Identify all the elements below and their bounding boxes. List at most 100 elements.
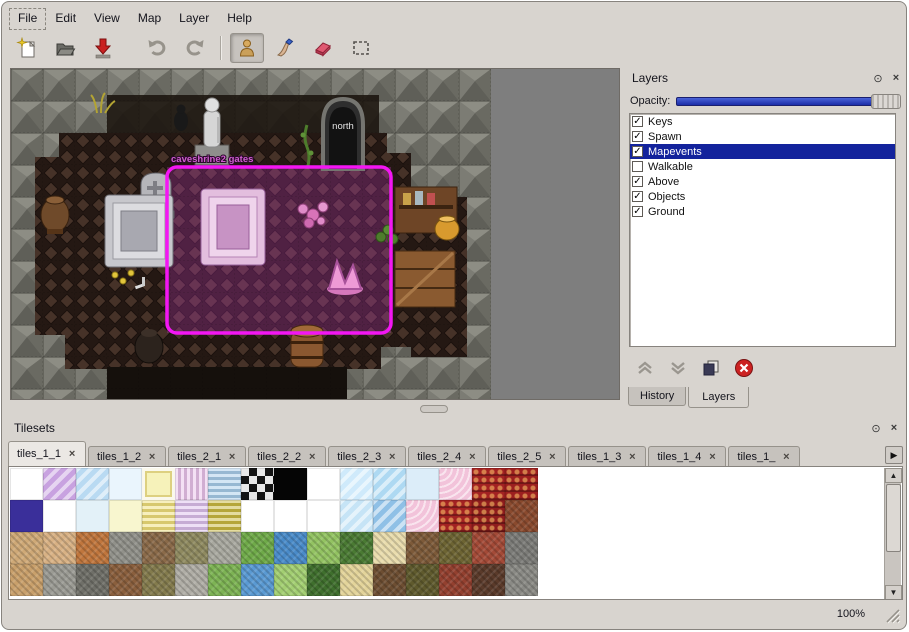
tileset-tile[interactable] — [241, 500, 274, 532]
scrollbar-thumb[interactable] — [886, 484, 901, 552]
tab-close-icon[interactable] — [707, 452, 717, 462]
tileset-vertical-scrollbar[interactable] — [884, 468, 901, 600]
layer-visibility-checkbox[interactable] — [632, 146, 643, 157]
tileset-tile[interactable] — [373, 564, 406, 596]
panel-tab-history[interactable]: History — [628, 387, 686, 406]
tileset-tile[interactable] — [274, 500, 307, 532]
tileset-tile[interactable] — [505, 564, 538, 596]
tileset-tile[interactable] — [43, 564, 76, 596]
layer-visibility-checkbox[interactable] — [632, 206, 643, 217]
tileset-tile[interactable] — [241, 532, 274, 564]
tileset-tile[interactable] — [472, 564, 505, 596]
save-button[interactable] — [86, 33, 120, 63]
tileset-tab-tiles_2_2[interactable]: tiles_2_2 — [248, 446, 326, 466]
tileset-tile[interactable] — [76, 564, 109, 596]
tileset-tile[interactable] — [175, 564, 208, 596]
scroll-down-button[interactable] — [885, 585, 902, 600]
tileset-tab-tiles_2_3[interactable]: tiles_2_3 — [328, 446, 406, 466]
tileset-tile[interactable] — [340, 564, 373, 596]
tileset-tab-tiles_2_5[interactable]: tiles_2_5 — [488, 446, 566, 466]
tileset-tile[interactable] — [10, 564, 43, 596]
tileset-tile[interactable] — [175, 532, 208, 564]
tileset-tile[interactable] — [373, 532, 406, 564]
panel-tab-layers[interactable]: Layers — [688, 387, 749, 408]
layer-duplicate-button[interactable] — [700, 358, 722, 378]
tileset-tab-tiles_1_4[interactable]: tiles_1_4 — [648, 446, 726, 466]
eraser-tool-button[interactable] — [306, 33, 340, 63]
tileset-tab-tiles_1_[interactable]: tiles_1_ — [728, 446, 800, 466]
tileset-tile[interactable] — [406, 500, 439, 532]
tileset-tile[interactable] — [109, 532, 142, 564]
tileset-tile[interactable] — [142, 532, 175, 564]
tileset-tab-tiles_2_1[interactable]: tiles_2_1 — [168, 446, 246, 466]
detach-panel-icon[interactable] — [871, 71, 885, 85]
layer-row-spawn[interactable]: Spawn — [630, 129, 895, 144]
opacity-slider-track[interactable] — [676, 97, 901, 106]
stamp-tool-button[interactable] — [230, 33, 264, 63]
tileset-tab-tiles_1_3[interactable]: tiles_1_3 — [568, 446, 646, 466]
tileset-tile[interactable] — [439, 532, 472, 564]
tab-close-icon[interactable] — [387, 452, 397, 462]
select-tool-button[interactable] — [344, 33, 378, 63]
map-view[interactable]: north caveshrine2 gates — [11, 69, 619, 399]
tab-close-icon[interactable] — [227, 452, 237, 462]
tileset-tile[interactable] — [10, 532, 43, 564]
tileset-tile[interactable] — [43, 500, 76, 532]
tileset-tile[interactable] — [76, 532, 109, 564]
menu-edit[interactable]: Edit — [47, 9, 84, 29]
tileset-tile[interactable] — [142, 564, 175, 596]
scroll-up-button[interactable] — [885, 468, 902, 483]
tileset-tile[interactable] — [307, 564, 340, 596]
tileset-tile[interactable] — [274, 468, 307, 500]
opacity-slider[interactable] — [676, 94, 901, 109]
tileset-tile[interactable] — [505, 468, 538, 500]
tileset-tile[interactable] — [406, 468, 439, 500]
splitter-grip[interactable] — [420, 405, 448, 413]
layer-row-mapevents[interactable]: Mapevents — [630, 144, 895, 159]
menu-layer[interactable]: Layer — [171, 9, 217, 29]
opacity-slider-handle[interactable] — [871, 94, 901, 109]
tileset-tile[interactable] — [373, 500, 406, 532]
undo-button[interactable] — [140, 33, 174, 63]
tileset-tile[interactable] — [340, 500, 373, 532]
resize-grip[interactable] — [883, 606, 901, 624]
layer-visibility-checkbox[interactable] — [632, 176, 643, 187]
menu-file[interactable]: File — [10, 9, 45, 29]
menu-map[interactable]: Map — [130, 9, 169, 29]
tileset-tile[interactable] — [307, 468, 340, 500]
tab-close-icon[interactable] — [547, 452, 557, 462]
redo-button[interactable] — [178, 33, 212, 63]
tileset-tile[interactable] — [43, 532, 76, 564]
tileset-tile[interactable] — [142, 468, 175, 500]
tileset-tile[interactable] — [307, 532, 340, 564]
tileset-tile[interactable] — [241, 468, 274, 500]
tileset-tile[interactable] — [439, 564, 472, 596]
tileset-content[interactable] — [8, 466, 903, 600]
tileset-tile[interactable] — [76, 500, 109, 532]
tileset-tile[interactable] — [10, 500, 43, 532]
tileset-tile[interactable] — [175, 500, 208, 532]
close-panel-icon[interactable] — [887, 421, 901, 435]
tileset-tile[interactable] — [505, 500, 538, 532]
tileset-tile[interactable] — [340, 532, 373, 564]
tileset-tile[interactable] — [373, 468, 406, 500]
layer-row-keys[interactable]: Keys — [630, 114, 895, 129]
tileset-tile[interactable] — [208, 564, 241, 596]
layer-visibility-checkbox[interactable] — [632, 191, 643, 202]
tab-scroll-right-button[interactable] — [885, 446, 903, 464]
tileset-tile[interactable] — [142, 500, 175, 532]
tileset-tile[interactable] — [340, 468, 373, 500]
layer-lower-button[interactable] — [667, 358, 689, 378]
tileset-tile[interactable] — [109, 468, 142, 500]
layer-row-walkable[interactable]: Walkable — [630, 159, 895, 174]
open-file-button[interactable] — [48, 33, 82, 63]
menu-view[interactable]: View — [86, 9, 128, 29]
layer-visibility-checkbox[interactable] — [632, 116, 643, 127]
tileset-tile[interactable] — [208, 532, 241, 564]
tileset-tile[interactable] — [406, 564, 439, 596]
tab-close-icon[interactable] — [307, 452, 317, 462]
tileset-tile[interactable] — [43, 468, 76, 500]
map-canvas[interactable]: north caveshrine2 gates — [10, 68, 620, 400]
tileset-tile[interactable] — [208, 500, 241, 532]
tileset-tile[interactable] — [505, 532, 538, 564]
